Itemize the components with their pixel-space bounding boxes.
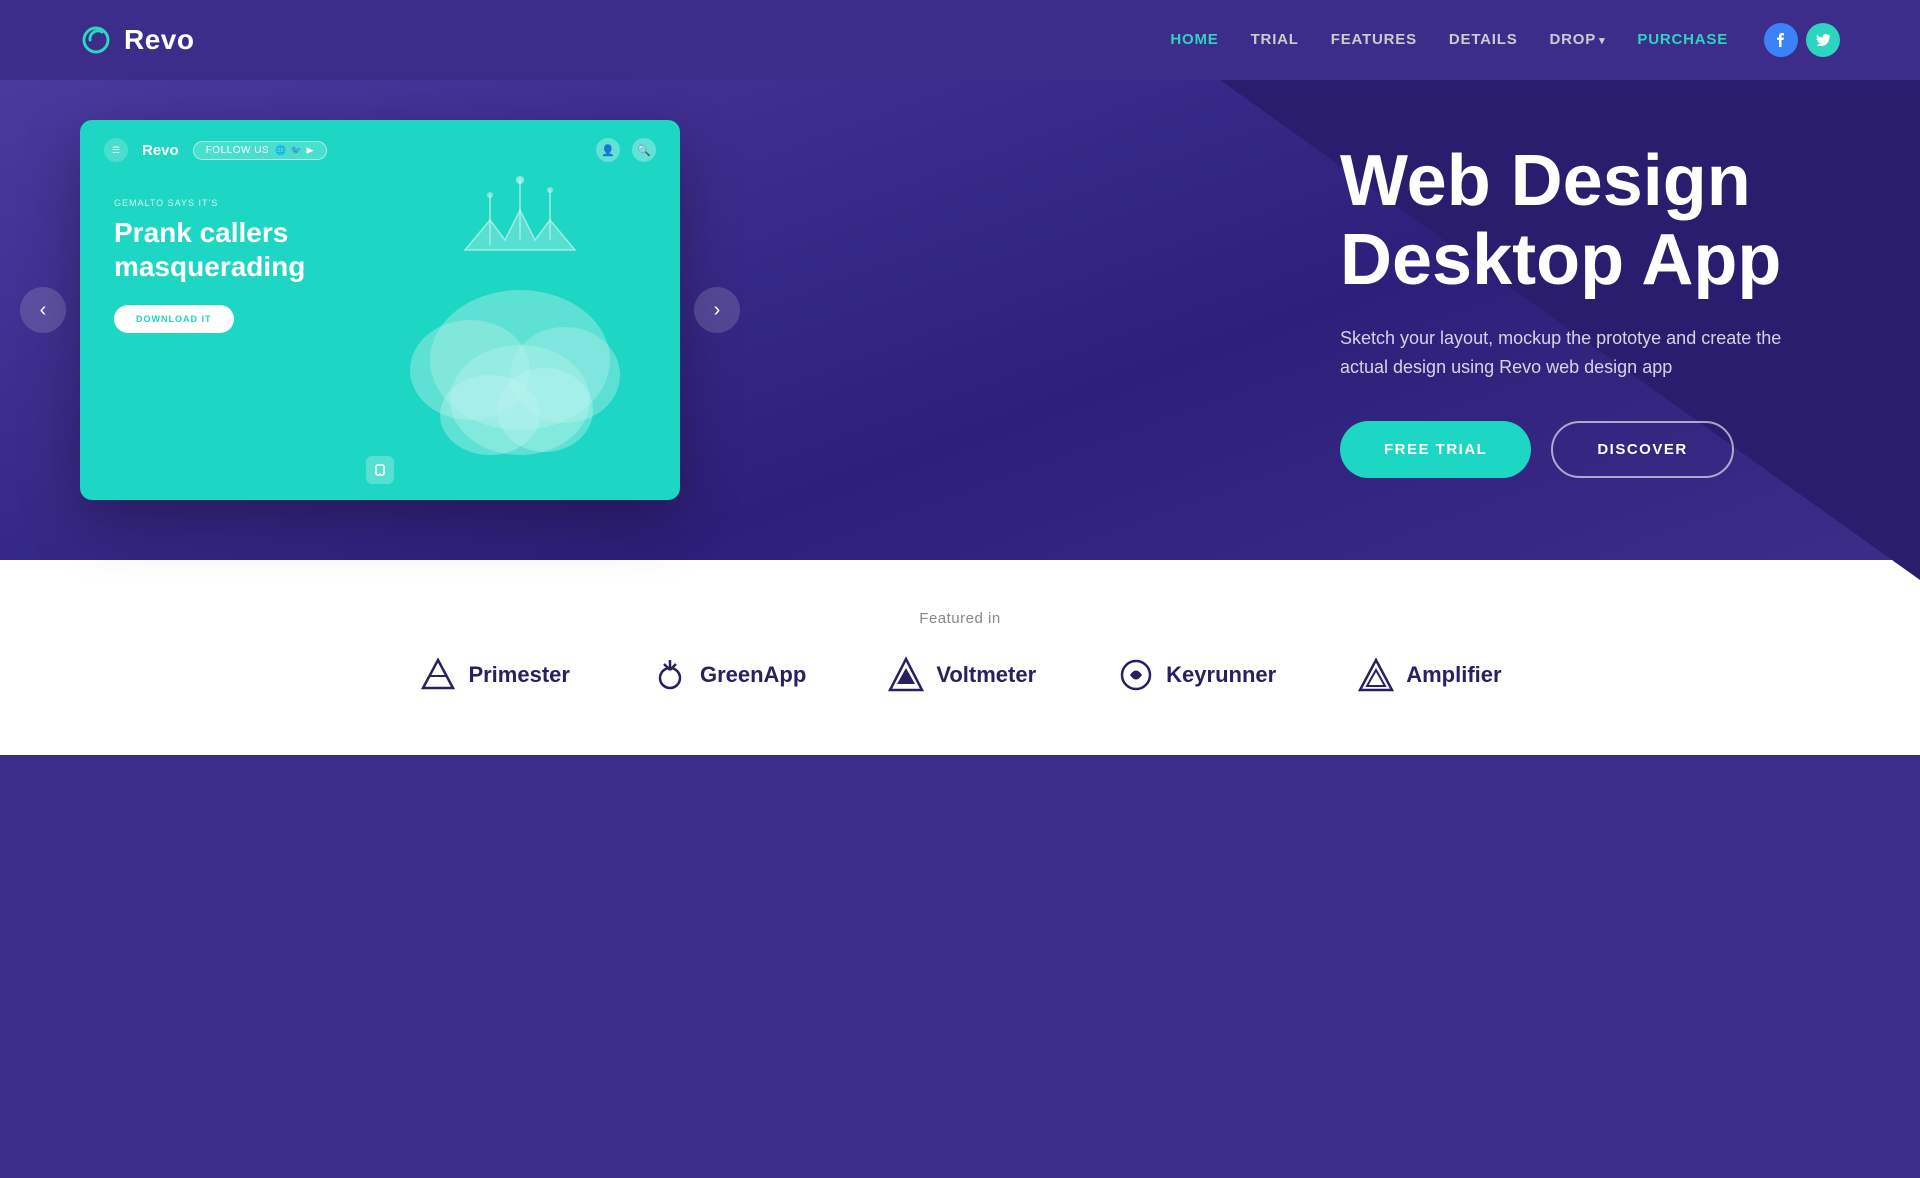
logo-voltmeter: Voltmeter bbox=[886, 655, 1036, 695]
hero-title-line2: Desktop App bbox=[1340, 220, 1781, 300]
social-icons bbox=[1764, 23, 1840, 57]
app-card-inner: ☰ Revo FOLLOW US 🌐 🐦 ▶ bbox=[80, 120, 680, 500]
keyrunner-name: Keyrunner bbox=[1166, 662, 1276, 688]
hero-section: ‹ ☰ Revo FOLLOW US 🌐 🐦 bbox=[0, 80, 1920, 560]
twitter-icon bbox=[1816, 34, 1830, 46]
hero-left: ‹ ☰ Revo FOLLOW US 🌐 🐦 bbox=[80, 120, 680, 500]
nav-item-trial[interactable]: TRIAL bbox=[1251, 31, 1299, 49]
greenapp-icon bbox=[650, 655, 690, 695]
app-3d-illustration bbox=[390, 160, 650, 460]
logo-keyrunner: Keyrunner bbox=[1116, 655, 1276, 695]
app-topbar: ☰ Revo FOLLOW US 🌐 🐦 ▶ bbox=[104, 138, 656, 162]
hero-buttons: FREE TRIAL DISCOVER bbox=[1340, 421, 1840, 478]
app-bottom-icon bbox=[366, 456, 394, 484]
greenapp-name: GreenApp bbox=[700, 662, 806, 688]
hero-title-line1: Web Design bbox=[1340, 141, 1751, 221]
featured-logos: Primester GreenApp Voltmet bbox=[80, 655, 1840, 695]
featured-label: Featured in bbox=[80, 610, 1840, 627]
dropdown-arrow-icon: ▾ bbox=[1599, 35, 1605, 47]
discover-button[interactable]: DISCOVER bbox=[1551, 421, 1733, 478]
slider-next-button[interactable]: › bbox=[694, 287, 740, 333]
hero-title: Web Design Desktop App bbox=[1340, 142, 1840, 300]
app-menu-icon: ☰ bbox=[104, 138, 128, 162]
app-search-icon[interactable]: 🔍 bbox=[632, 138, 656, 162]
twitter-button[interactable] bbox=[1806, 23, 1840, 57]
voltmeter-name: Voltmeter bbox=[936, 662, 1036, 688]
slider-container: ‹ ☰ Revo FOLLOW US 🌐 🐦 bbox=[80, 120, 680, 500]
app-card-headline: Prank callers masquerading bbox=[114, 216, 394, 283]
nav-item-purchase[interactable]: PURCHASE bbox=[1637, 31, 1728, 49]
primester-icon bbox=[418, 655, 458, 695]
hero-description: Sketch your layout, mockup the prototye … bbox=[1340, 324, 1800, 382]
amplifier-name: Amplifier bbox=[1406, 662, 1501, 688]
facebook-icon bbox=[1774, 33, 1788, 47]
logo-primester: Primester bbox=[418, 655, 570, 695]
app-follow-icons: 🌐 🐦 ▶ bbox=[275, 145, 314, 156]
nav-link-home[interactable]: HOME bbox=[1170, 31, 1218, 48]
nav-item-features[interactable]: FEATURES bbox=[1331, 31, 1417, 49]
primester-name: Primester bbox=[468, 662, 570, 688]
app-headline-line2: masquerading bbox=[114, 251, 305, 282]
slider-prev-button[interactable]: ‹ bbox=[20, 287, 66, 333]
nav-item-home[interactable]: HOME bbox=[1170, 31, 1218, 49]
amplifier-icon bbox=[1356, 655, 1396, 695]
logo[interactable]: Revo bbox=[80, 22, 194, 58]
app-headline-line1: Prank callers bbox=[114, 217, 288, 248]
nav-link-drop[interactable]: DROP▾ bbox=[1550, 31, 1606, 48]
app-screenshot-card: ☰ Revo FOLLOW US 🌐 🐦 ▶ bbox=[80, 120, 680, 500]
nav-item-drop[interactable]: DROP▾ bbox=[1550, 31, 1606, 49]
navbar: Revo HOME TRIAL FEATURES DETAILS DROP▾ P… bbox=[0, 0, 1920, 80]
app-follow-label: FOLLOW US bbox=[206, 145, 269, 156]
app-download-button[interactable]: DOWNLOAD IT bbox=[114, 305, 234, 333]
logo-amplifier: Amplifier bbox=[1356, 655, 1501, 695]
voltmeter-icon bbox=[886, 655, 926, 695]
nav-link-trial[interactable]: TRIAL bbox=[1251, 31, 1299, 48]
app-topbar-left: ☰ Revo FOLLOW US 🌐 🐦 ▶ bbox=[104, 138, 327, 162]
app-user-icon[interactable]: 👤 bbox=[596, 138, 620, 162]
nav-link-features[interactable]: FEATURES bbox=[1331, 31, 1417, 48]
app-card-brand: Revo bbox=[142, 142, 179, 159]
keyrunner-icon bbox=[1116, 655, 1156, 695]
nav-link-purchase[interactable]: PURCHASE bbox=[1637, 31, 1728, 48]
facebook-button[interactable] bbox=[1764, 23, 1798, 57]
logo-icon bbox=[80, 22, 116, 58]
brand-name: Revo bbox=[124, 24, 194, 56]
free-trial-button[interactable]: FREE TRIAL bbox=[1340, 421, 1531, 478]
nav-right: HOME TRIAL FEATURES DETAILS DROP▾ PURCHA… bbox=[1170, 23, 1840, 57]
featured-section: Featured in Primester GreenA bbox=[0, 560, 1920, 755]
nav-link-details[interactable]: DETAILS bbox=[1449, 31, 1518, 48]
hero-right: Web Design Desktop App Sketch your layou… bbox=[1240, 142, 1840, 479]
app-topbar-right: 👤 🔍 bbox=[596, 138, 656, 162]
logo-greenapp: GreenApp bbox=[650, 655, 806, 695]
nav-links: HOME TRIAL FEATURES DETAILS DROP▾ PURCHA… bbox=[1170, 31, 1728, 49]
nav-item-details[interactable]: DETAILS bbox=[1449, 31, 1518, 49]
app-follow-button[interactable]: FOLLOW US 🌐 🐦 ▶ bbox=[193, 141, 327, 160]
